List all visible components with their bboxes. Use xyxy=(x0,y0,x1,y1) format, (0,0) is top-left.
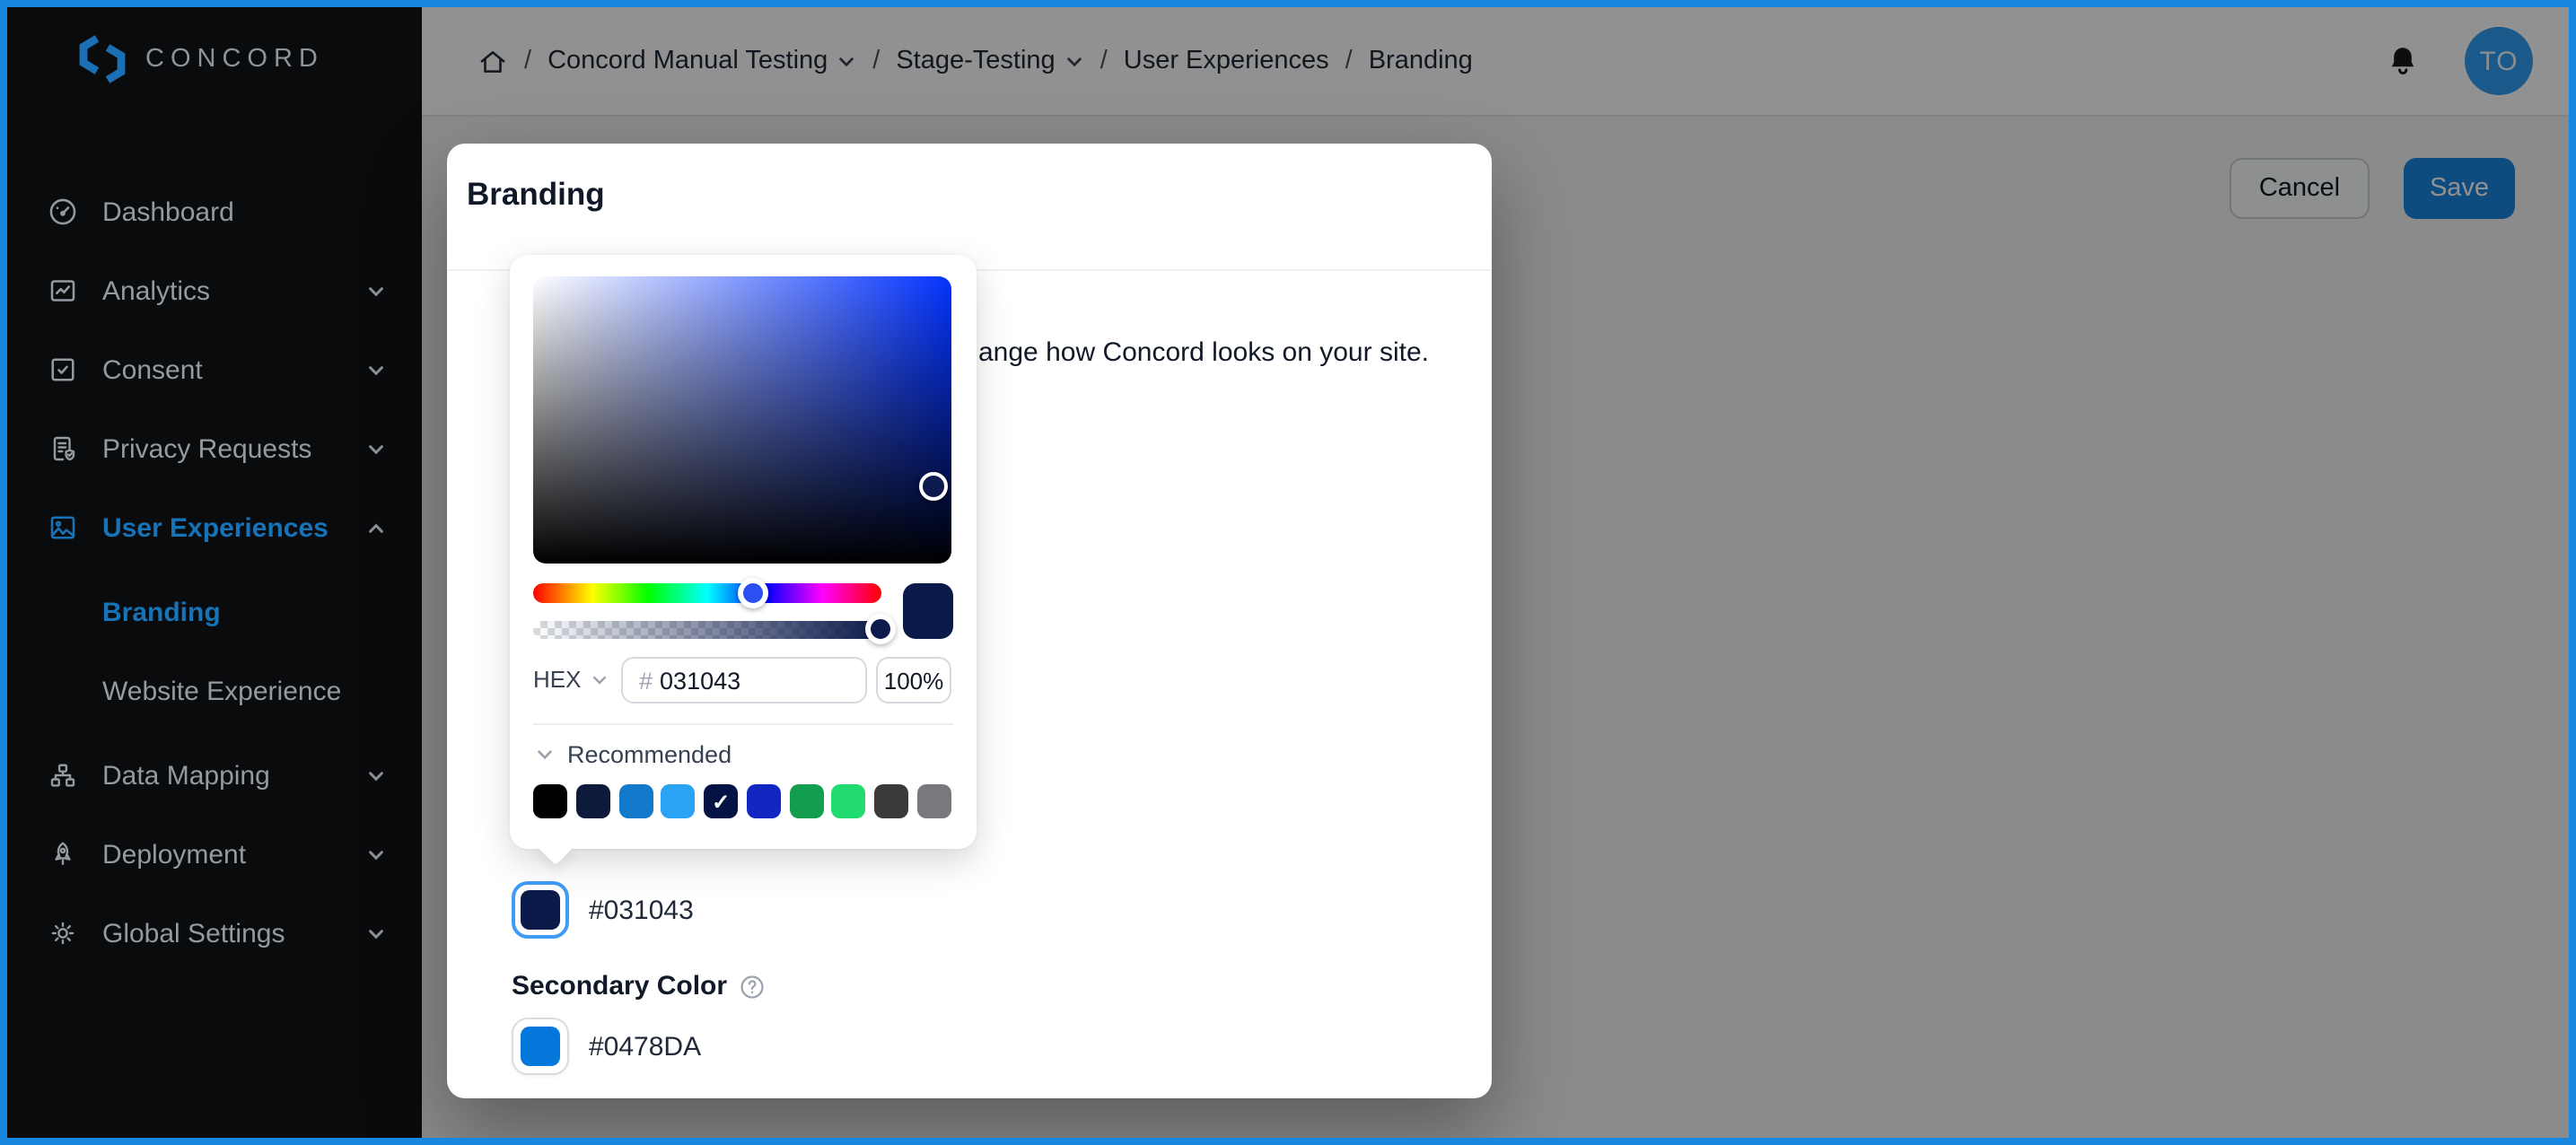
color-format-dropdown[interactable]: HEX xyxy=(533,666,608,693)
color-picker-popover: HEX # 100% Recommended ✓ xyxy=(510,255,977,866)
chevron-down-icon xyxy=(538,750,552,760)
primary-color-swatch[interactable] xyxy=(512,881,569,939)
sidebar-item-privacy-requests[interactable]: Privacy Requests xyxy=(7,409,422,488)
swatch-color[interactable] xyxy=(789,784,824,818)
sidebar-subitem-label: Website Experience xyxy=(102,676,342,706)
secondary-color-label: Secondary Color xyxy=(512,971,767,1001)
primary-color-fill xyxy=(521,890,560,930)
sitemap-icon xyxy=(50,764,75,787)
popover-divider xyxy=(533,723,953,725)
sidebar-item-dashboard[interactable]: Dashboard xyxy=(7,172,422,251)
secondary-color-value: #0478DA xyxy=(589,1031,702,1062)
alpha-gradient xyxy=(533,621,881,639)
swatch-color[interactable] xyxy=(746,784,781,818)
hue-slider-handle[interactable] xyxy=(738,578,768,608)
swatch-color[interactable] xyxy=(618,784,653,818)
sidebar-subitem-label: Branding xyxy=(102,597,221,627)
sidebar-item-label: Deployment xyxy=(102,839,247,870)
sidebar-item-label: Privacy Requests xyxy=(102,433,312,464)
sidebar-item-label: Global Settings xyxy=(102,918,285,948)
sidebar-item-website-experience[interactable]: Website Experience xyxy=(7,651,422,730)
swatch-color[interactable] xyxy=(575,784,610,818)
swatch-color[interactable] xyxy=(533,784,567,818)
chevron-up-icon xyxy=(369,522,383,532)
hex-prefix: # xyxy=(639,667,653,694)
gear-icon xyxy=(51,922,74,945)
saturation-area[interactable] xyxy=(533,276,951,564)
sidebar-item-data-mapping[interactable]: Data Mapping xyxy=(7,736,422,815)
color-preview-swatch xyxy=(903,583,953,639)
primary-color-value: #031043 xyxy=(589,895,694,925)
sidebar: CONCORD Dashboard Analytics Consent Priv… xyxy=(7,7,422,1138)
sidebar-item-label: Data Mapping xyxy=(102,760,270,791)
recommended-toggle[interactable]: Recommended xyxy=(535,741,732,768)
color-format-label: HEX xyxy=(533,666,582,693)
brand-name: CONCORD xyxy=(145,45,324,74)
swatch-color[interactable] xyxy=(831,784,866,818)
sidebar-item-consent[interactable]: Consent xyxy=(7,330,422,409)
branding-modal: Branding ange how Concord looks on your … xyxy=(447,144,1492,1098)
sidebar-item-global-settings[interactable]: Global Settings xyxy=(7,894,422,973)
selected-check-icon: ✓ xyxy=(712,789,731,814)
swatch-color[interactable] xyxy=(874,784,909,818)
chevron-down-icon xyxy=(369,850,383,860)
sidebar-item-deployment[interactable]: Deployment xyxy=(7,815,422,894)
sidebar-item-label: Dashboard xyxy=(102,197,234,227)
recommended-swatches: ✓ xyxy=(533,784,951,818)
chevron-down-icon xyxy=(369,286,383,296)
gauge-icon xyxy=(49,198,76,225)
branding-description: ange how Concord looks on your site. xyxy=(978,337,1429,368)
checkbox-icon xyxy=(51,358,74,381)
alpha-slider-handle[interactable] xyxy=(865,614,896,644)
app-viewport: CONCORD Dashboard Analytics Consent Priv… xyxy=(0,0,2576,1145)
sidebar-nav: Dashboard Analytics Consent Privacy Requ… xyxy=(7,172,422,973)
sidebar-item-label: Consent xyxy=(102,354,203,385)
popover-tail xyxy=(536,826,575,866)
alpha-slider[interactable] xyxy=(533,621,881,639)
image-icon xyxy=(50,516,75,539)
chevron-down-icon xyxy=(369,771,383,781)
sidebar-item-label: User Experiences xyxy=(102,512,329,543)
swatch-color[interactable] xyxy=(916,784,951,818)
help-icon[interactable] xyxy=(738,972,767,1001)
hex-input-wrap: # xyxy=(621,657,867,704)
document-shield-icon xyxy=(53,436,75,461)
chevron-down-icon xyxy=(592,675,606,684)
primary-color-row: #031043 xyxy=(512,881,694,939)
hue-slider[interactable] xyxy=(533,583,881,603)
chart-icon xyxy=(50,280,75,302)
secondary-color-fill xyxy=(521,1027,560,1066)
sidebar-item-analytics[interactable]: Analytics xyxy=(7,251,422,330)
concord-logo-icon xyxy=(79,35,126,83)
recommended-label: Recommended xyxy=(567,741,732,768)
browser-focus-frame: CONCORD Dashboard Analytics Consent Priv… xyxy=(0,0,2576,1145)
chevron-down-icon xyxy=(369,444,383,454)
swatch-color[interactable]: ✓ xyxy=(704,784,739,818)
saturation-cursor[interactable] xyxy=(919,472,948,501)
alpha-value-field[interactable]: 100% xyxy=(876,657,951,704)
rocket-icon xyxy=(55,842,71,865)
sidebar-item-user-experiences[interactable]: User Experiences xyxy=(7,488,422,567)
sidebar-item-branding[interactable]: Branding xyxy=(7,572,422,651)
chevron-down-icon xyxy=(369,929,383,939)
hex-input[interactable] xyxy=(660,667,849,694)
secondary-color-row: #0478DA xyxy=(512,1018,701,1075)
swatch-color[interactable] xyxy=(661,784,696,818)
brand-logo[interactable]: CONCORD xyxy=(75,32,324,86)
chevron-down-icon xyxy=(369,365,383,375)
modal-title: Branding xyxy=(467,176,605,212)
sidebar-item-label: Analytics xyxy=(102,275,211,306)
secondary-color-swatch[interactable] xyxy=(512,1018,569,1075)
